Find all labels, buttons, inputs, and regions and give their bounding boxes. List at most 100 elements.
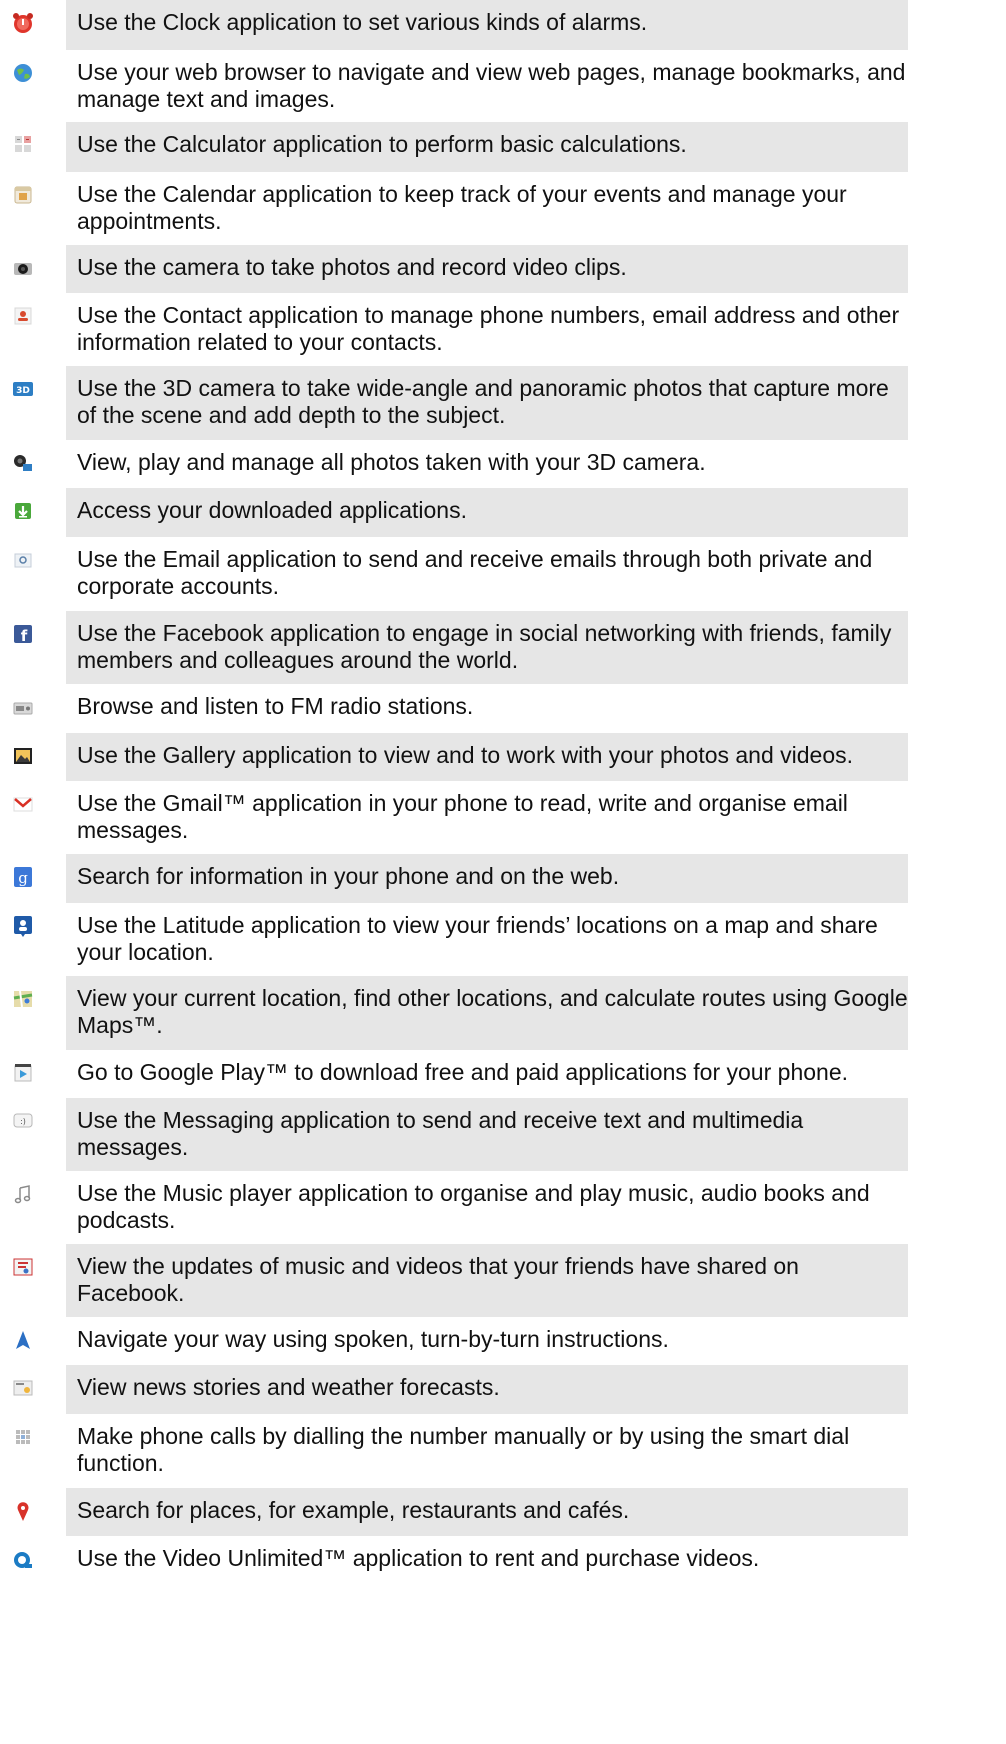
description-text: Search for information in your phone and… — [77, 863, 620, 889]
news-weather-icon — [10, 1375, 36, 1401]
navigation-arrow-icon — [10, 1327, 36, 1353]
description-text: Use the Calendar application to keep tra… — [77, 181, 847, 234]
table-row: Navigate your way using spoken, turn-by-… — [0, 1317, 1006, 1365]
svg-text:f: f — [21, 627, 28, 645]
row-description: View, play and manage all photos taken w… — [66, 440, 906, 488]
description-text: Use the Facebook application to engage i… — [77, 620, 892, 673]
table-row: g Search for information in your phone a… — [0, 854, 1006, 903]
description-text: Use the Gmail™ application in your phone… — [77, 790, 848, 843]
description-text: Go to Google Play™ to download free and … — [77, 1059, 848, 1085]
table-row: Use the Calculator application to perfor… — [0, 122, 1006, 172]
row-description: Use the Calculator application to perfor… — [66, 122, 908, 172]
svg-text::): :) — [20, 1117, 26, 1126]
row-description: Use the Contact application to manage ph… — [66, 293, 906, 366]
svg-text:3D: 3D — [16, 386, 30, 396]
row-description: Use the Email application to send and re… — [66, 537, 906, 611]
table-row: Use the Contact application to manage ph… — [0, 293, 1006, 366]
description-text: Browse and listen to FM radio stations. — [77, 693, 474, 719]
row-description: View the updates of music and videos tha… — [66, 1244, 908, 1317]
row-description: Search for information in your phone and… — [66, 854, 908, 903]
table-row: Use the Clock application to set various… — [0, 0, 1006, 50]
table-row: f Use the Facebook application to engage… — [0, 611, 1006, 684]
phone-dialer-icon — [10, 1424, 36, 1450]
row-description: Use your web browser to navigate and vie… — [66, 50, 906, 122]
applications-table: Use the Clock application to set various… — [0, 0, 1006, 1587]
table-row: Browse and listen to FM radio stations. — [0, 684, 1006, 733]
google-search-icon: g — [10, 864, 36, 890]
email-icon — [10, 547, 36, 573]
description-text: Search for places, for example, restaura… — [77, 1497, 630, 1523]
alarm-clock-icon — [10, 10, 36, 36]
row-description: Use the Messaging application to send an… — [66, 1098, 908, 1171]
table-row: Make phone calls by dialling the number … — [0, 1414, 1006, 1488]
row-description: View news stories and weather forecasts. — [66, 1365, 908, 1414]
table-row: Use the Gallery application to view and … — [0, 733, 1006, 781]
3d-camera-icon: 3D — [10, 376, 36, 402]
table-row: View, play and manage all photos taken w… — [0, 440, 1006, 488]
row-description: View your current location, find other l… — [66, 976, 908, 1050]
table-row: View news stories and weather forecasts. — [0, 1365, 1006, 1414]
description-text: View your current location, find other l… — [77, 985, 908, 1038]
description-text: Use the Email application to send and re… — [77, 546, 873, 599]
table-row: Use the Email application to send and re… — [0, 537, 1006, 611]
gmail-icon — [10, 791, 36, 817]
row-description: Access your downloaded applications. — [66, 488, 908, 537]
latitude-icon — [10, 913, 36, 939]
table-row: Use the Latitude application to view you… — [0, 903, 1006, 976]
description-text: Access your downloaded applications. — [77, 497, 467, 523]
video-unlimited-icon — [10, 1546, 36, 1572]
music-video-updates-icon — [10, 1254, 36, 1280]
table-row: Use the Video Unlimited™ application to … — [0, 1536, 1006, 1587]
table-row: Use the camera to take photos and record… — [0, 245, 1006, 293]
description-text: Use the Messaging application to send an… — [77, 1107, 804, 1160]
description-text: Use the Calculator application to perfor… — [77, 131, 687, 157]
row-description: Use the camera to take photos and record… — [66, 245, 908, 293]
description-text: Use the Video Unlimited™ application to … — [77, 1545, 760, 1571]
gallery-icon — [10, 743, 36, 769]
calendar-icon — [10, 182, 36, 208]
row-description: Go to Google Play™ to download free and … — [66, 1050, 906, 1098]
camera-icon — [10, 255, 36, 281]
table-row: View the updates of music and videos tha… — [0, 1244, 1006, 1317]
row-description: Make phone calls by dialling the number … — [66, 1414, 906, 1488]
fm-radio-icon — [10, 694, 36, 720]
table-row: View your current location, find other l… — [0, 976, 1006, 1050]
row-description: Use the Latitude application to view you… — [66, 903, 906, 976]
row-description: Use the Video Unlimited™ application to … — [66, 1536, 906, 1587]
places-pin-icon — [10, 1498, 36, 1524]
row-description: Browse and listen to FM radio stations. — [66, 684, 906, 733]
table-row: Access your downloaded applications. — [0, 488, 1006, 537]
description-text: Use the camera to take photos and record… — [77, 254, 627, 280]
table-row: Search for places, for example, restaura… — [0, 1488, 1006, 1536]
table-row: Go to Google Play™ to download free and … — [0, 1050, 1006, 1098]
table-row: Use the Gmail™ application in your phone… — [0, 781, 1006, 854]
music-note-icon — [10, 1181, 36, 1207]
table-row: Use your web browser to navigate and vie… — [0, 50, 1006, 122]
3d-photo-viewer-icon — [10, 450, 36, 476]
description-text: Use the Latitude application to view you… — [77, 912, 878, 965]
row-description: Use the Gallery application to view and … — [66, 733, 908, 781]
row-description: Navigate your way using spoken, turn-by-… — [66, 1317, 906, 1365]
contacts-icon — [10, 303, 36, 329]
calculator-icon — [10, 132, 36, 158]
maps-icon — [10, 986, 36, 1012]
row-description: Use the Gmail™ application in your phone… — [66, 781, 906, 854]
description-text: Use the Gallery application to view and … — [77, 742, 854, 768]
description-text: View news stories and weather forecasts. — [77, 1374, 500, 1400]
facebook-icon: f — [10, 621, 36, 647]
table-row: Use the Calendar application to keep tra… — [0, 172, 1006, 245]
row-description: Search for places, for example, restaura… — [66, 1488, 908, 1536]
description-text: Use the Clock application to set various… — [77, 9, 648, 35]
table-row: 3D Use the 3D camera to take wide-angle … — [0, 366, 1006, 440]
row-description: Use the Facebook application to engage i… — [66, 611, 908, 684]
svg-text:g: g — [18, 869, 28, 887]
description-text: Use the Contact application to manage ph… — [77, 302, 900, 355]
messaging-icon: :) — [10, 1108, 36, 1134]
description-text: View the updates of music and videos tha… — [77, 1253, 799, 1306]
row-description: Use the Music player application to orga… — [66, 1171, 906, 1244]
row-description: Use the Calendar application to keep tra… — [66, 172, 906, 245]
description-text: Use the 3D camera to take wide-angle and… — [77, 375, 889, 428]
row-description: Use the Clock application to set various… — [66, 0, 908, 50]
description-text: Use your web browser to navigate and vie… — [77, 59, 906, 112]
description-text: View, play and manage all photos taken w… — [77, 449, 706, 475]
